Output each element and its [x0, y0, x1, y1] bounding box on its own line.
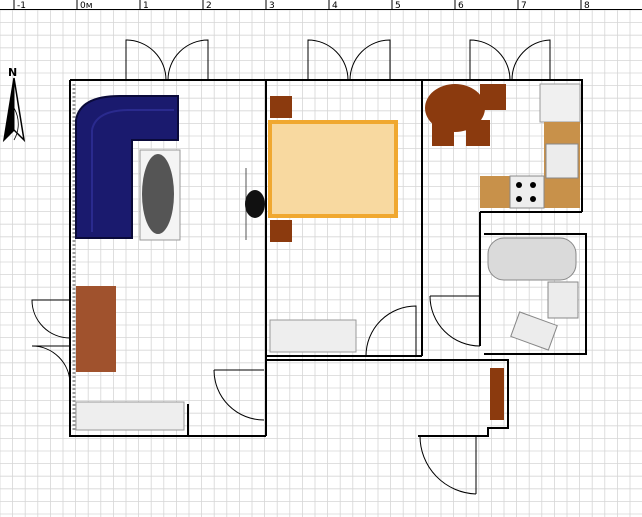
nightstand-bottom[interactable] [270, 220, 292, 242]
dining-chair[interactable] [466, 120, 490, 146]
round-dining-table[interactable] [425, 84, 506, 146]
radiator[interactable] [75, 401, 185, 431]
ruler-label: -1 [17, 1, 26, 10]
bedroom-radiator[interactable] [269, 319, 357, 353]
ruler-label: 4 [332, 1, 338, 10]
kitchen-counter[interactable] [480, 176, 510, 208]
dining-chair[interactable] [432, 122, 454, 146]
ruler-label: 3 [269, 1, 275, 10]
compass-label: N [8, 66, 17, 79]
desk[interactable] [76, 286, 116, 372]
compass: N [2, 66, 26, 143]
ruler-label: 8 [584, 1, 590, 10]
ruler-label: 5 [395, 1, 401, 10]
horizontal-ruler[interactable]: -1 0м 1 2 3 4 5 6 7 8 [0, 0, 642, 10]
ruler-label: 0м [80, 1, 93, 10]
bathtub[interactable] [487, 237, 577, 281]
floor-plan-canvas[interactable]: N [0, 10, 642, 517]
fridge[interactable] [539, 83, 581, 123]
nightstand-top[interactable] [270, 96, 292, 118]
kitchen-sink[interactable] [545, 143, 579, 179]
bathroom-sink[interactable] [547, 281, 579, 319]
floor-lamp[interactable] [245, 168, 265, 240]
floor-plan-editor: -1 0м 1 2 3 4 5 6 7 8 N [0, 0, 642, 517]
wardrobe[interactable] [490, 368, 504, 420]
ruler-label: 7 [521, 1, 527, 10]
bed[interactable] [268, 120, 398, 218]
oval-rug[interactable] [139, 149, 181, 241]
ruler-label: 1 [143, 1, 149, 10]
ruler-label: 6 [458, 1, 464, 10]
door-kitchen-inner[interactable] [429, 295, 481, 347]
wall-hallway[interactable] [187, 359, 509, 437]
stove[interactable] [509, 175, 545, 209]
ruler-label: 2 [206, 1, 212, 10]
